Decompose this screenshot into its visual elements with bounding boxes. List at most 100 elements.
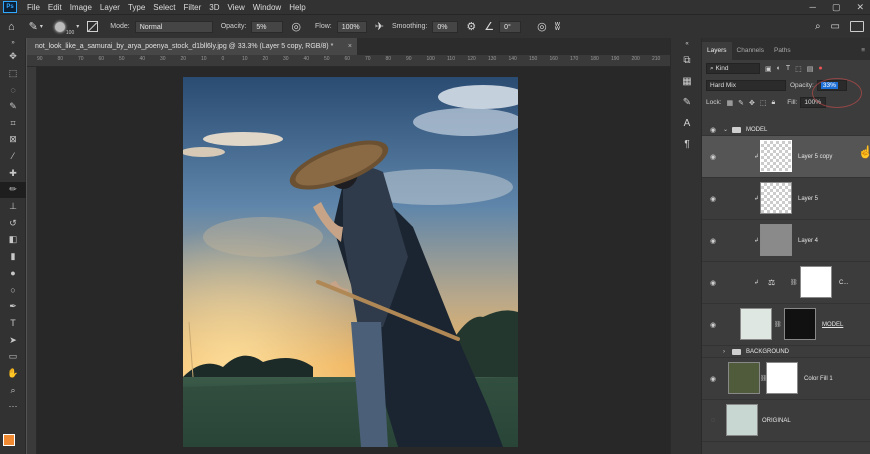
rectangle-tool-icon[interactable]: ▭ [0, 348, 26, 365]
paragraph-panel-icon[interactable]: ¶ [671, 134, 703, 155]
blur-tool-icon[interactable]: ● [0, 265, 26, 282]
layer-group-model[interactable]: ◉ ⌄ MODEL [702, 124, 870, 136]
layer-row-layer-5[interactable]: ◉ ↲ Layer 5 [702, 178, 870, 220]
gradient-tool-icon[interactable]: ▮ [0, 248, 26, 265]
pen-tool-icon[interactable]: ✒ [0, 298, 26, 315]
menu-filter[interactable]: Filter [180, 3, 206, 12]
search-icon[interactable]: ⌕ [815, 21, 821, 32]
maximize-icon[interactable]: ▢ [832, 2, 841, 13]
history-panel-icon[interactable]: ⧉ [671, 50, 703, 71]
toolbar-collapse-icon[interactable]: » [0, 38, 26, 48]
layer-row-color-fill-1[interactable]: ◉ ⛓ Color Fill 1 [702, 358, 870, 400]
document-tab[interactable]: not_look_like_a_samurai_by_arya_poenya_s… [27, 38, 357, 55]
mode-select[interactable]: Normal [134, 20, 213, 33]
workspace-icon[interactable]: ▭ [831, 21, 840, 32]
layer-row-layer-5-copy[interactable]: ◉ ↲ Layer 5 copy [702, 136, 870, 178]
healing-tool-icon[interactable]: ✚ [0, 165, 26, 182]
minimize-icon[interactable]: ─ [810, 2, 816, 13]
layer-group-background[interactable]: › BACKGROUND [702, 346, 870, 358]
filter-adjustment-icon[interactable]: ◐ [777, 65, 781, 72]
tool-preset-picker[interactable]: ✎ ▾ [29, 20, 43, 33]
swatches-panel-icon[interactable]: ▦ [671, 71, 703, 92]
type-tool-icon[interactable]: T [0, 315, 26, 332]
visibility-eye-icon[interactable]: ◉ [708, 126, 718, 134]
marquee-tool-icon[interactable]: ⬚ [0, 65, 26, 82]
more-tools-icon[interactable]: ⋯ [0, 398, 26, 415]
filter-shape-icon[interactable]: ⬚ [795, 65, 802, 73]
pressure-opacity-icon[interactable]: ◎ [291, 20, 301, 33]
flow-field[interactable]: 100% [336, 20, 367, 33]
link-icon[interactable]: ⛓ [790, 279, 798, 286]
menu-3d[interactable]: 3D [205, 3, 223, 12]
visibility-eye-icon[interactable]: ◉ [708, 195, 718, 203]
filter-toggle-icon[interactable]: ● [818, 65, 822, 72]
clone-stamp-tool-icon[interactable]: ⊥ [0, 198, 26, 215]
menu-image[interactable]: Image [66, 3, 96, 12]
brush-settings-toggle[interactable] [87, 21, 99, 32]
color-swatches[interactable] [3, 434, 23, 452]
opacity-field[interactable]: 5% [251, 20, 284, 33]
angle-field[interactable]: 0° [499, 20, 522, 33]
layer-mask-thumbnail[interactable] [784, 308, 816, 340]
menu-view[interactable]: View [224, 3, 249, 12]
collapse-panels-icon[interactable]: « [671, 38, 703, 50]
chevron-right-icon[interactable]: › [723, 349, 725, 355]
visibility-eye-icon[interactable]: ◉ [708, 279, 718, 287]
layer-row-model[interactable]: ◉ ⛓ MODEL [702, 304, 870, 346]
lock-transparent-icon[interactable]: ▦ [727, 99, 734, 107]
menu-layer[interactable]: Layer [96, 3, 124, 12]
foreground-color-swatch[interactable] [3, 434, 15, 446]
hand-tool-icon[interactable]: ✋ [0, 365, 26, 382]
layer-mask-thumbnail[interactable] [766, 362, 798, 394]
close-window-icon[interactable]: ✕ [856, 2, 864, 13]
visibility-eye-icon[interactable]: ◉ [708, 153, 718, 161]
eyedropper-tool-icon[interactable]: ⁄ [0, 148, 26, 165]
blend-mode-select[interactable]: Hard Mix [706, 80, 786, 91]
layer-row-layer-4[interactable]: ◉ ↲ Layer 4 [702, 220, 870, 262]
menu-edit[interactable]: Edit [44, 3, 66, 12]
menu-type[interactable]: Type [124, 3, 149, 12]
brush-preset-picker[interactable]: 100 ▾ [54, 18, 79, 36]
pressure-size-icon[interactable]: ◎ [537, 20, 547, 33]
filter-pixel-icon[interactable]: ▣ [765, 65, 772, 73]
symmetry-icon[interactable]: ʬ [555, 21, 560, 33]
visibility-eye-icon[interactable]: ◉ [708, 321, 718, 329]
menu-window[interactable]: Window [249, 3, 285, 12]
close-tab-icon[interactable]: × [348, 38, 352, 55]
tab-layers[interactable]: Layers [702, 42, 732, 60]
menu-help[interactable]: Help [285, 3, 309, 12]
menu-file[interactable]: File [23, 3, 44, 12]
brush-settings-panel-icon[interactable]: ✎ [671, 92, 703, 113]
lock-artboard-icon[interactable]: ⬚ [760, 99, 767, 107]
path-select-tool-icon[interactable]: ➤ [0, 332, 26, 349]
home-button[interactable]: ⌂ [8, 21, 15, 33]
tab-paths[interactable]: Paths [769, 42, 796, 60]
character-panel-icon[interactable]: A [671, 113, 703, 134]
lock-all-icon[interactable]: 🔒︎ [772, 99, 776, 107]
airbrush-icon[interactable]: ✈ [375, 20, 384, 33]
share-icon[interactable] [850, 21, 864, 32]
link-icon[interactable]: ⛓ [774, 321, 782, 328]
visibility-eye-icon[interactable]: ◉ [708, 375, 718, 383]
filter-type-icon[interactable]: T [786, 65, 790, 72]
brush-tool-icon[interactable]: ✏ [0, 181, 26, 199]
tab-channels[interactable]: Channels [732, 42, 769, 60]
zoom-tool-icon[interactable]: ⌕ [0, 382, 26, 399]
crop-tool-icon[interactable]: ⌗ [0, 115, 26, 132]
smoothing-field[interactable]: 0% [432, 20, 459, 33]
filter-smart-object-icon[interactable]: ▤ [807, 65, 814, 73]
history-brush-tool-icon[interactable]: ↺ [0, 215, 26, 232]
layer-row-curves[interactable]: ◉ ↲ ⚖ ⛓ C... [702, 262, 870, 304]
lock-position-icon[interactable]: ✥ [749, 99, 755, 107]
gear-icon[interactable]: ⚙ [466, 20, 476, 33]
menu-select[interactable]: Select [149, 3, 179, 12]
eraser-tool-icon[interactable]: ◧ [0, 232, 26, 249]
layer-row-original[interactable]: ◌ ORIGINAL [702, 400, 870, 442]
visibility-eye-icon[interactable]: ◌ [708, 417, 718, 424]
document-canvas-image[interactable] [183, 77, 518, 447]
lasso-tool-icon[interactable]: ◌ [0, 81, 26, 98]
filter-kind-select[interactable]: ⌕ Kind [706, 63, 760, 74]
chevron-down-icon[interactable]: ⌄ [723, 126, 728, 133]
frame-tool-icon[interactable]: ⊠ [0, 131, 26, 148]
panel-menu-icon[interactable]: ≡ [856, 42, 870, 60]
